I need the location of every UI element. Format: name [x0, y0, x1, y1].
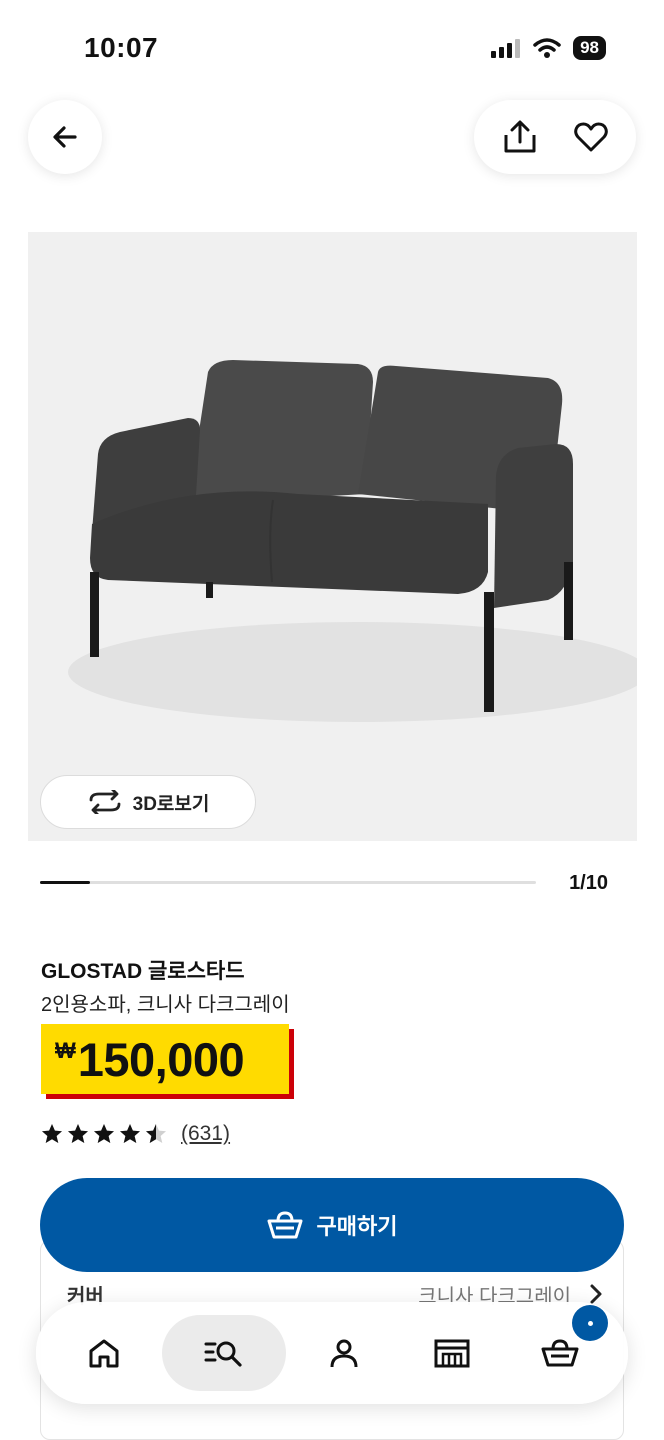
sofa-image [68, 360, 637, 722]
share-icon [504, 120, 535, 153]
nav-home[interactable] [54, 1315, 154, 1391]
view-3d-button[interactable]: 3D로보기 [40, 775, 256, 829]
price-tag: ₩ 150,000 [41, 1024, 289, 1094]
status-time: 10:07 [84, 32, 159, 63]
back-button[interactable] [28, 100, 102, 174]
carousel-indicator: 1/10 [40, 870, 610, 896]
status-bar: 10:07 98 [0, 0, 664, 100]
star-icon [68, 1124, 88, 1143]
page-counter: 1/10 [569, 872, 608, 894]
chevron-right-icon [590, 1284, 602, 1304]
cart-badge-dot [587, 1320, 593, 1326]
star-icon [120, 1124, 140, 1143]
home-icon [89, 1339, 119, 1368]
nav-search[interactable] [162, 1315, 286, 1391]
cart-icon [541, 1339, 579, 1367]
wishlist-button[interactable] [563, 109, 619, 165]
profile-icon [330, 1339, 358, 1368]
carousel-progress-fill [40, 881, 90, 884]
signal-icon [491, 39, 521, 58]
bottom-nav [36, 1302, 628, 1404]
view-3d-label: 3D로보기 [132, 793, 210, 815]
status-icons: 98 [491, 36, 606, 60]
rating-row[interactable]: (631) [41, 1122, 230, 1146]
nav-cart[interactable] [510, 1305, 610, 1391]
star-icon [94, 1124, 114, 1143]
price-value: 150,000 [77, 1032, 245, 1086]
search-list-icon [204, 1341, 242, 1367]
carousel-progress-track [40, 881, 536, 884]
basket-icon [267, 1211, 303, 1239]
price-currency: ₩ [55, 1038, 76, 1063]
top-actions [474, 100, 636, 174]
cart-badge [572, 1305, 608, 1341]
arrow-left-icon [53, 126, 77, 148]
product-image[interactable]: 3D로보기 [28, 232, 637, 841]
star-icon [42, 1124, 62, 1143]
battery-indicator: 98 [573, 36, 606, 60]
nav-store[interactable] [402, 1315, 502, 1391]
product-description: 2인용소파, 크니사 다크그레이 [41, 994, 290, 1016]
wifi-icon [533, 38, 561, 58]
store-icon [434, 1339, 470, 1368]
share-button[interactable] [492, 109, 548, 165]
product-name: GLOSTAD 글로스타드 [41, 960, 245, 983]
star-icon [146, 1124, 166, 1143]
buy-label: 구매하기 [316, 1214, 398, 1239]
nav-profile[interactable] [294, 1315, 394, 1391]
buy-button[interactable]: 구매하기 [40, 1178, 624, 1272]
rating-stars [41, 1123, 167, 1145]
rotate-icon [89, 790, 121, 814]
heart-icon [573, 122, 608, 152]
review-count[interactable]: (631) [181, 1122, 230, 1146]
